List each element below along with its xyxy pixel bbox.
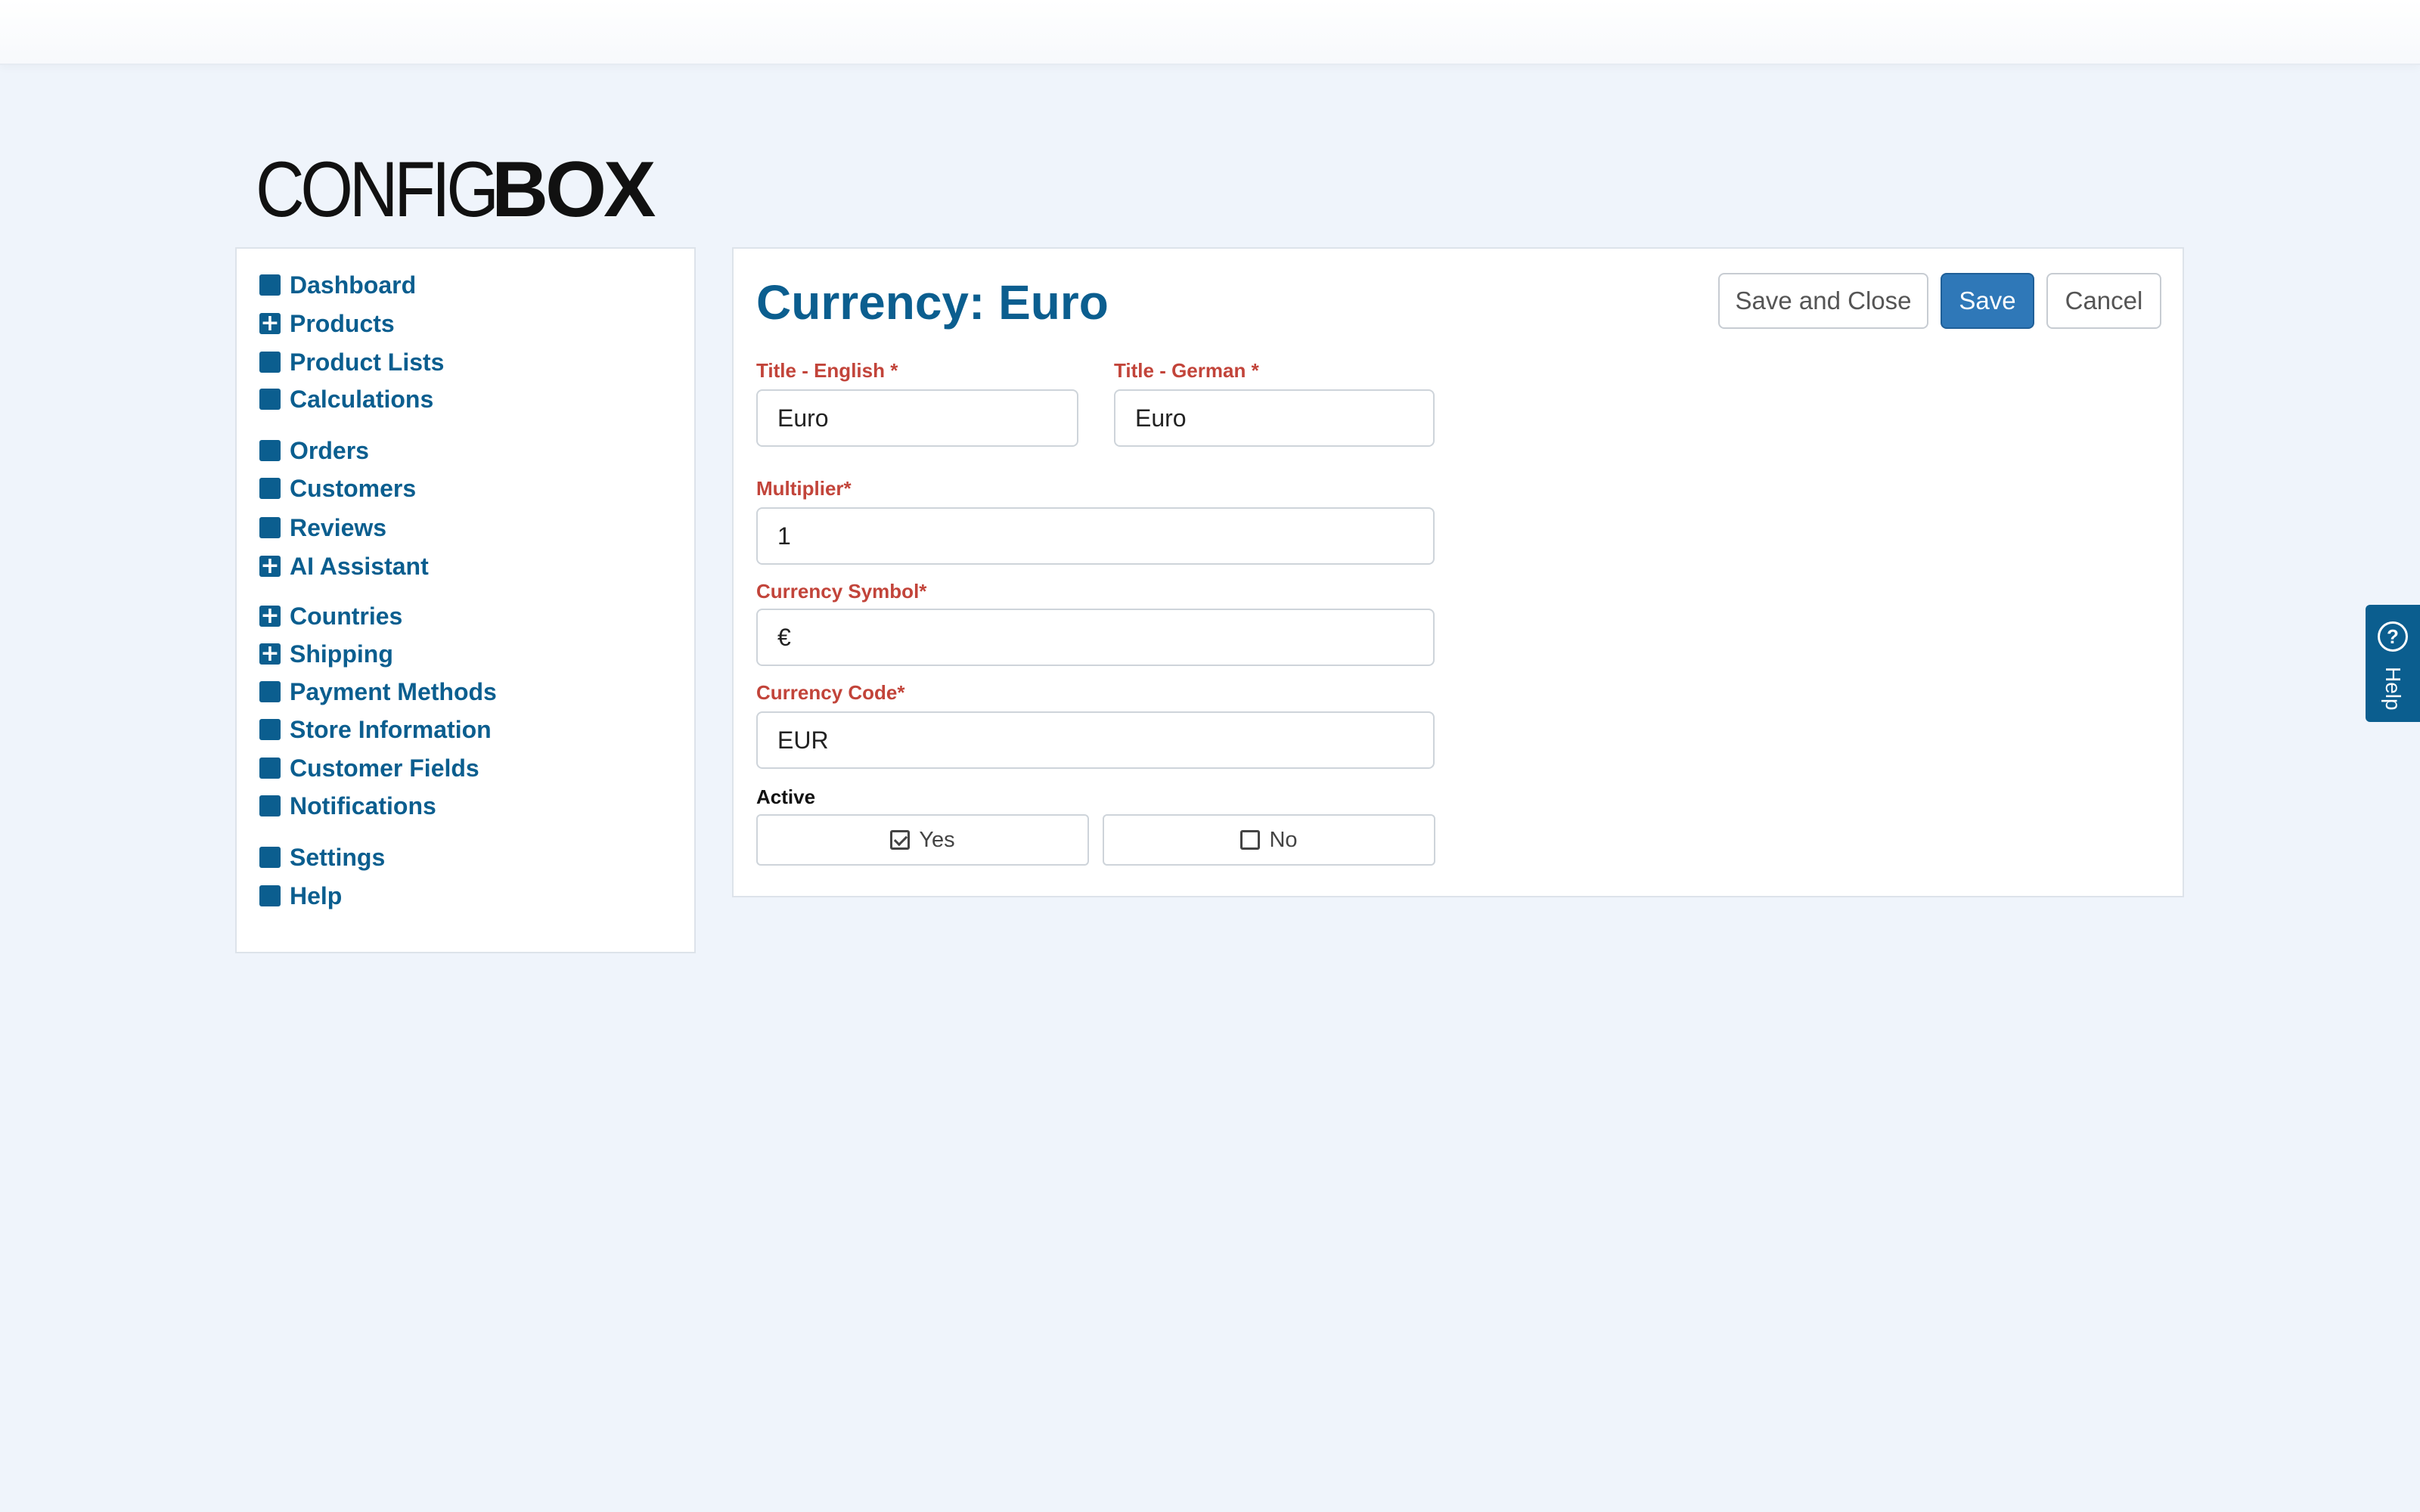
help-tab-label: Help [2381,667,2405,711]
square-icon [259,478,281,499]
top-bar [0,0,2420,65]
sidebar-item-label: Orders [290,436,369,464]
sidebar-item-label: Shipping [290,640,393,668]
active-yes-label: Yes [919,827,955,852]
help-side-tab[interactable]: ? Help [2366,605,2420,722]
sidebar-item-label: Notifications [290,792,436,820]
active-yes-toggle[interactable]: Yes [756,814,1089,866]
currency-code-input[interactable] [756,711,1435,769]
sidebar-item-label: Products [290,309,395,337]
sidebar-item-label: Reviews [290,513,387,541]
sidebar-item-customers[interactable]: Customers [259,472,416,505]
sidebar-item-ai-assistant[interactable]: AI Assistant [259,550,429,583]
active-label: Active [756,785,816,808]
multiplier-label: Multiplier* [756,477,852,500]
sidebar-item-label: Product Lists [290,348,445,376]
sidebar-item-shipping[interactable]: Shipping [259,637,393,671]
square-icon [259,274,281,296]
sidebar-item-label: Countries [290,602,403,630]
sidebar-item-label: Settings [290,843,386,871]
sidebar-item-settings[interactable]: Settings [259,841,385,874]
question-circle-icon: ? [2378,621,2408,652]
plus-square-icon[interactable] [259,643,281,665]
sidebar-item-label: Help [290,881,343,909]
unchecked-box-icon [1240,830,1261,850]
cancel-button[interactable]: Cancel [2046,273,2161,329]
plus-square-icon[interactable] [259,606,281,627]
sidebar-item-reviews[interactable]: Reviews [259,511,386,544]
sidebar-item-label: Customer Fields [290,754,479,782]
square-icon [259,847,281,868]
square-icon [259,352,281,373]
square-icon [259,885,281,906]
sidebar-item-payment-methods[interactable]: Payment Methods [259,675,497,708]
logo-light-text: CONFIG [256,146,499,234]
sidebar-item-dashboard[interactable]: Dashboard [259,268,416,302]
sidebar-item-help[interactable]: Help [259,879,342,912]
sidebar-item-calculations[interactable]: Calculations [259,383,433,416]
checked-box-icon [890,830,911,850]
multiplier-input[interactable] [756,507,1435,565]
sidebar-item-orders[interactable]: Orders [259,434,369,467]
plus-square-icon[interactable] [259,313,281,334]
square-icon [259,719,281,740]
currency-code-label: Currency Code* [756,681,905,704]
sidebar-item-label: Payment Methods [290,677,497,705]
sidebar-item-products[interactable]: Products [259,307,395,340]
sidebar-item-store-information[interactable]: Store Information [259,713,492,746]
sidebar-item-label: Calculations [290,385,434,413]
save-and-close-button[interactable]: Save and Close [1718,273,1928,329]
sidebar-item-label: Customers [290,474,417,502]
sidebar-item-label: Store Information [290,715,492,743]
logo-bold-text: BOX [492,146,656,234]
plus-square-icon[interactable] [259,556,281,577]
sidebar-item-notifications[interactable]: Notifications [259,789,436,823]
sidebar-item-label: Dashboard [290,271,417,299]
square-icon [259,440,281,461]
currency-symbol-input[interactable] [756,609,1435,666]
currency-symbol-label: Currency Symbol* [756,580,927,603]
title-german-input[interactable] [1114,389,1435,447]
square-icon [259,758,281,779]
sidebar-item-countries[interactable]: Countries [259,600,402,633]
title-german-label: Title - German * [1114,359,1259,382]
title-english-label: Title - English * [756,359,898,382]
title-english-input[interactable] [756,389,1078,447]
save-button[interactable]: Save [1941,273,2034,329]
square-icon [259,389,281,410]
page-title: Currency: Euro [756,275,1109,330]
square-icon [259,681,281,702]
square-icon [259,795,281,816]
sidebar-item-customer-fields[interactable]: Customer Fields [259,751,479,785]
sidebar-nav: Dashboard Products Product Lists Calcula… [235,247,696,953]
active-no-label: No [1269,827,1298,852]
currency-edit-panel: Currency: Euro Save and Close Save Cance… [732,247,2184,897]
sidebar-item-product-lists[interactable]: Product Lists [259,345,444,379]
configbox-logo: CONFIG BOX [256,146,656,234]
square-icon [259,517,281,538]
active-no-toggle[interactable]: No [1103,814,1435,866]
sidebar-item-label: AI Assistant [290,552,429,580]
